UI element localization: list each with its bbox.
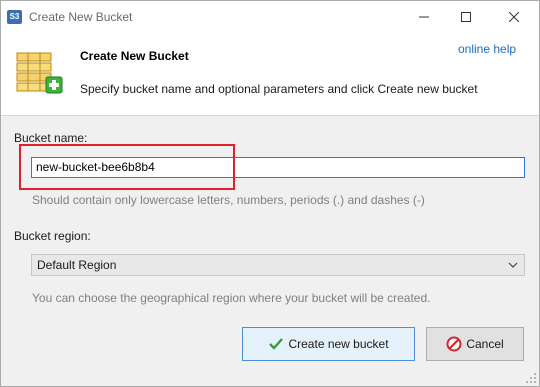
create-bucket-dialog: S3 Create New Bucket Create New Bucket S… (0, 0, 540, 387)
dialog-heading: Create New Bucket (80, 49, 189, 63)
bucket-name-label: Bucket name: (14, 131, 88, 145)
minimize-button[interactable] (401, 1, 447, 33)
bucket-region-value: Default Region (37, 258, 117, 272)
bucket-region-hint: You can choose the geographical region w… (32, 291, 431, 305)
window-title: Create New Bucket (29, 10, 133, 24)
create-bucket-button[interactable]: Create new bucket (242, 327, 415, 361)
maximize-button[interactable] (443, 1, 489, 33)
bucket-region-label: Bucket region: (14, 229, 91, 243)
dialog-header: Create New Bucket Specify bucket name an… (1, 33, 539, 116)
bucket-region-select[interactable]: Default Region (31, 254, 525, 276)
create-bucket-label: Create new bucket (288, 337, 389, 351)
bucket-name-hint: Should contain only lowercase letters, n… (32, 193, 425, 207)
online-help-link[interactable]: online help (458, 42, 516, 56)
resize-grip-icon[interactable] (525, 372, 537, 384)
title-bar[interactable]: S3 Create New Bucket (1, 1, 539, 33)
cancel-label: Cancel (466, 337, 504, 351)
chevron-down-icon (508, 262, 518, 268)
cancel-icon (446, 336, 462, 352)
close-icon (509, 12, 519, 22)
bucket-add-icon (16, 52, 63, 94)
dialog-description: Specify bucket name and optional paramet… (80, 82, 478, 96)
cancel-button[interactable]: Cancel (426, 327, 524, 361)
close-button[interactable] (491, 1, 537, 33)
minimize-icon (419, 16, 429, 18)
checkmark-icon (269, 338, 284, 350)
bucket-name-input[interactable]: new-bucket-bee6b8b4 (31, 157, 525, 178)
app-icon: S3 (7, 10, 22, 24)
maximize-icon (461, 12, 471, 22)
